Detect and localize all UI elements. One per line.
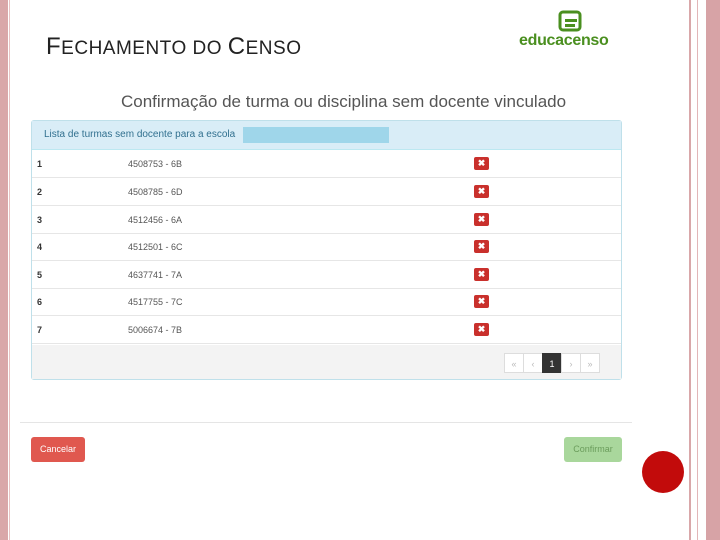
delete-icon[interactable]: ✖: [474, 240, 489, 253]
title-part-1: ECHAMENTO DO: [61, 38, 228, 59]
delete-icon[interactable]: ✖: [474, 213, 489, 226]
title-initial-f: F: [46, 33, 62, 60]
row-number: 7: [37, 325, 43, 335]
delete-icon[interactable]: ✖: [474, 268, 489, 281]
class-code: 4517755 - 7C: [128, 297, 183, 307]
panel-header: Lista de turmas sem docente para a escol…: [32, 121, 621, 150]
school-name-highlight: [243, 127, 389, 143]
row-number: 6: [37, 297, 43, 307]
delete-icon[interactable]: ✖: [474, 185, 489, 198]
right-border-line-thin: [697, 0, 698, 540]
table-row: 5 4637741 - 7A ✖: [32, 261, 621, 289]
table-row: 4 4512501 - 6C ✖: [32, 233, 621, 261]
right-border-line: [689, 0, 691, 540]
slide-title: FECHAMENTO DO CENSO: [46, 33, 301, 61]
table-row: 7 5006674 - 7B ✖: [32, 316, 621, 344]
delete-icon[interactable]: ✖: [474, 157, 489, 170]
table-row: 1 4508753 - 6B ✖: [32, 150, 621, 178]
class-code: 4508785 - 6D: [128, 187, 183, 197]
class-code: 4637741 - 7A: [128, 270, 183, 280]
class-list-panel: Lista de turmas sem docente para a escol…: [31, 120, 622, 380]
title-part-2: ENSO: [245, 38, 302, 59]
row-number: 2: [37, 187, 43, 197]
row-number: 5: [37, 270, 43, 280]
row-number: 1: [37, 159, 43, 169]
title-initial-c: C: [227, 33, 246, 60]
logo-text: educacenso: [519, 32, 609, 49]
delete-icon[interactable]: ✖: [474, 295, 489, 308]
class-code: 4512456 - 6A: [128, 215, 183, 225]
prev-page-button[interactable]: ‹: [523, 353, 543, 373]
row-number: 4: [37, 242, 43, 252]
table-row: 6 4517755 - 7C ✖: [32, 288, 621, 316]
cancel-button[interactable]: Cancelar: [31, 437, 85, 462]
current-page-button[interactable]: 1: [542, 353, 562, 373]
next-page-button[interactable]: ›: [561, 353, 581, 373]
footer-divider: [20, 422, 632, 423]
class-code: 5006674 - 7B: [128, 325, 183, 335]
pagination: « ‹ 1 › »: [504, 353, 600, 373]
confirm-button[interactable]: Confirmar: [564, 437, 622, 462]
panel-header-label: Lista de turmas sem docente para a escol…: [44, 129, 236, 140]
class-code: 4508753 - 6B: [128, 159, 183, 169]
class-code: 4512501 - 6C: [128, 242, 183, 252]
table-row: 2 4508785 - 6D ✖: [32, 178, 621, 206]
left-border-line: [9, 0, 10, 540]
left-border-stripe: [0, 0, 8, 540]
pagination-bar: « ‹ 1 › »: [32, 345, 621, 379]
delete-icon[interactable]: ✖: [474, 323, 489, 336]
logo-e-icon: [558, 10, 582, 32]
right-border-stripe: [706, 0, 720, 540]
first-page-button[interactable]: «: [504, 353, 524, 373]
decorative-red-circle: [642, 451, 684, 493]
last-page-button[interactable]: »: [580, 353, 600, 373]
table-row: 3 4512456 - 6A ✖: [32, 206, 621, 234]
row-number: 3: [37, 215, 43, 225]
dialog-title: Confirmação de turma ou disciplina sem d…: [121, 92, 567, 111]
educacenso-logo: educacenso: [516, 10, 626, 52]
